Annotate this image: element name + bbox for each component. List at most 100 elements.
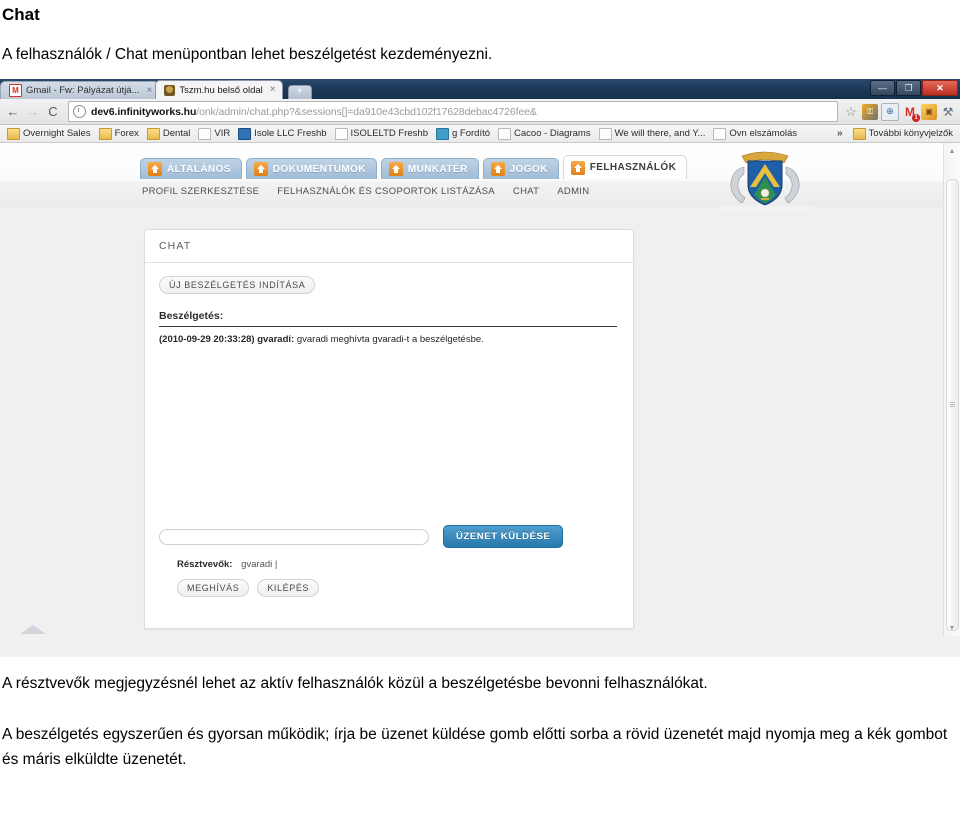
reload-button[interactable]: C: [44, 103, 62, 121]
tab-munkater[interactable]: MUNKATÉR: [380, 158, 479, 179]
chat-message: (2010-09-29 20:33:28) gvaradi: gvaradi m…: [159, 334, 619, 345]
tab-altalanos[interactable]: ÁLTALÁNOS: [140, 158, 242, 179]
unread-badge: 1: [912, 113, 920, 122]
bookmark-label: g Fordító: [451, 128, 491, 139]
bookmarks-bar: Overnight Sales Forex Dental VIR Isole L…: [0, 125, 960, 143]
bookmark-item[interactable]: We will there, and Y...: [595, 127, 710, 140]
bookmark-item[interactable]: Ovn elszámolás: [709, 127, 801, 140]
bookmark-label: Ovn elszámolás: [729, 128, 798, 139]
bookmark-item[interactable]: Dental: [143, 127, 194, 140]
page-viewport: ÁLTALÁNOS DOKUMENTUMOK MUNKATÉR JOGOK FE…: [0, 143, 960, 636]
intro-paragraph: A felhasználók / Chat menüpontban lehet …: [2, 46, 493, 63]
bookmark-item[interactable]: ISOLELTD Freshb: [331, 127, 432, 140]
leave-button[interactable]: KILÉPÉS: [257, 579, 320, 597]
message-input[interactable]: [159, 528, 429, 545]
conversation-label: Beszélgetés:: [159, 310, 224, 322]
url-host: dev6.infinityworks.hu: [91, 105, 197, 118]
tab-label: FELHASZNÁLÓK: [589, 162, 677, 173]
house-icon: [388, 162, 403, 176]
address-bar[interactable]: dev6.infinityworks.hu/onk/admin/chat.php…: [68, 101, 838, 122]
chat-composer: ÜZENET KÜLDÉSE: [159, 525, 619, 548]
app-sub-nav: PROFIL SZERKESZTÉSE FELHASZNÁLÓK ÉS CSOP…: [140, 185, 591, 198]
browser-tab-label: Tszm.hu belső oldal: [179, 84, 263, 96]
bookmark-label: Cacoo - Diagrams: [514, 128, 591, 139]
bookmark-star-icon[interactable]: ☆: [843, 104, 859, 120]
back-button[interactable]: ←: [4, 103, 22, 121]
new-tab-button[interactable]: +: [287, 85, 312, 99]
participants-label: Résztvevők:: [177, 559, 233, 570]
scroll-down-icon[interactable]: ▼: [944, 620, 960, 636]
tab-felhasznalok[interactable]: FELHASZNÁLÓK: [562, 155, 688, 179]
page-title: Chat: [2, 5, 40, 24]
tab-label: ÁLTALÁNOS: [167, 163, 231, 175]
scrollbar-thumb[interactable]: [946, 179, 959, 631]
browser-tab-label: Gmail - Fw: Pályázat útjá...: [26, 85, 140, 96]
scroll-up-icon[interactable]: ▲: [944, 143, 960, 159]
send-message-button[interactable]: ÜZENET KÜLDÉSE: [443, 525, 564, 548]
folder-icon: [852, 127, 866, 140]
conversation-divider: [159, 326, 617, 327]
globe-extension-icon[interactable]: ⊕: [881, 102, 899, 121]
bookmark-item[interactable]: VIR: [194, 127, 234, 140]
bookmark-label: VIR: [214, 128, 231, 139]
subnav-item-chat[interactable]: CHAT: [511, 185, 541, 198]
bookmark-label: We will there, and Y...: [614, 128, 706, 139]
message-text: gvaradi meghívta gvaradi-t a beszélgetés…: [296, 334, 484, 345]
chat-panel: CHAT ÚJ BESZÉLGETÉS INDÍTÁSA Beszélgetés…: [144, 229, 634, 629]
url-path: /onk/admin/chat.php?&sessions[]=da910e43…: [196, 105, 537, 118]
bookmark-item[interactable]: Cacoo - Diagrams: [494, 127, 595, 140]
minimize-button[interactable]: —: [870, 80, 895, 96]
browser-tab-gmail[interactable]: M Gmail - Fw: Pályázat útjá... ×: [0, 81, 160, 99]
chat-footer-buttons: MEGHÍVÁS KILÉPÉS: [177, 579, 320, 597]
chat-panel-heading: CHAT: [145, 230, 633, 263]
page-scrollbar[interactable]: ▲ ▼: [943, 143, 960, 636]
lastpass-icon[interactable]: ⚿: [862, 103, 878, 120]
invite-button[interactable]: MEGHÍVÁS: [177, 579, 250, 597]
other-bookmarks-folder[interactable]: További könyvjelzők: [849, 127, 958, 140]
crest-icon: [718, 151, 812, 211]
browser-tab-tszm[interactable]: Tszm.hu belső oldal ×: [155, 80, 283, 99]
app-main-tabs: ÁLTALÁNOS DOKUMENTUMOK MUNKATÉR JOGOK FE…: [140, 155, 691, 179]
bookmark-item[interactable]: Forex: [95, 127, 143, 140]
bookmark-item[interactable]: Isole LLC Freshb: [234, 127, 330, 140]
tab-label: DOKUMENTUMOK: [272, 163, 366, 175]
tab-dokumentumok[interactable]: DOKUMENTUMOK: [245, 158, 377, 179]
bookmark-item[interactable]: g Fordító: [432, 127, 494, 140]
forward-button[interactable]: →: [24, 103, 42, 121]
browser-tab-strip: M Gmail - Fw: Pályázat útjá... × Tszm.hu…: [0, 79, 312, 99]
blue-app-icon: [238, 127, 252, 140]
body-paragraph-2: A beszélgetés egyszerűen és gyorsan műkö…: [2, 726, 948, 768]
close-icon[interactable]: ×: [270, 85, 276, 95]
close-icon[interactable]: ×: [147, 85, 153, 96]
bookmark-label: Isole LLC Freshb: [254, 128, 327, 139]
bookmarks-overflow-button[interactable]: »: [831, 128, 849, 139]
page-icon: [713, 127, 727, 140]
browser-window-screenshot: M Gmail - Fw: Pályázat útjá... × Tszm.hu…: [0, 79, 960, 657]
page-icon: [598, 127, 612, 140]
gmail-checker-icon[interactable]: M1: [902, 104, 920, 122]
wrench-menu-icon[interactable]: ⚒: [940, 104, 956, 120]
new-conversation-button[interactable]: ÚJ BESZÉLGETÉS INDÍTÁSA: [159, 276, 316, 294]
subnav-item-admin[interactable]: ADMIN: [555, 185, 591, 198]
close-window-button[interactable]: ✕: [922, 80, 958, 96]
bookmark-item[interactable]: Overnight Sales: [3, 127, 95, 140]
message-timestamp: (2010-09-29 20:33:28): [159, 334, 255, 345]
participants-row: Résztvevők: gvaradi |: [177, 559, 277, 570]
translate-icon: [435, 127, 449, 140]
page-icon: [334, 127, 348, 140]
page-info-icon[interactable]: [73, 105, 86, 118]
body-paragraph-1: A résztvevők megjegyzésnél lehet az aktí…: [2, 675, 708, 692]
house-icon: [253, 162, 268, 176]
page-icon: [198, 127, 212, 140]
tab-jogok[interactable]: JOGOK: [482, 158, 559, 179]
maximize-button[interactable]: ❐: [896, 80, 921, 96]
house-icon: [148, 162, 162, 176]
participants-value: gvaradi |: [241, 559, 278, 570]
scroll-up-hint-arrow: [20, 625, 46, 634]
folder-icon: [146, 127, 160, 140]
subnav-item-felhasznalok-es-csoportok-listazasa[interactable]: FELHASZNÁLÓK ÉS CSOPORTOK LISTÁZÁSA: [275, 185, 497, 198]
toolbar-icons: ☆ ⚿ ⊕ M1 ▣ ⚒: [841, 102, 956, 122]
scrollbar-grip-icon: [950, 402, 955, 408]
extension-icon[interactable]: ▣: [921, 103, 937, 120]
subnav-item-profil-szerkesztese[interactable]: PROFIL SZERKESZTÉSE: [140, 185, 261, 198]
